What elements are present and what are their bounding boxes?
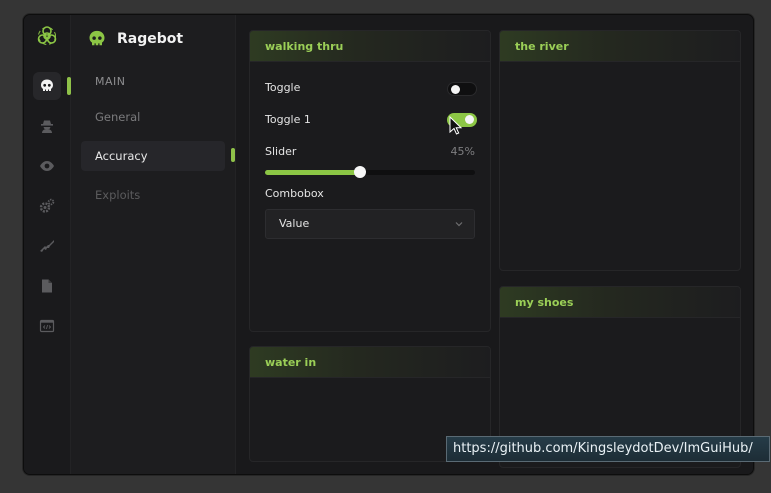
eye-icon: [40, 161, 54, 171]
toggle-label: Toggle: [265, 81, 301, 94]
mouse-cursor-icon: [449, 116, 463, 135]
section-label: MAIN: [95, 75, 126, 88]
content-area: walking thru Toggle Toggle 1 Slider 45% …: [236, 15, 753, 474]
panel-title: walking thru: [250, 31, 490, 62]
rifle-icon: [40, 240, 54, 252]
combobox[interactable]: Value: [265, 209, 475, 239]
file-icon: [42, 279, 52, 293]
nav-spy-button[interactable]: [33, 112, 61, 140]
toggle1-knob: [465, 115, 474, 124]
sub-sidebar: Ragebot MAIN General Accuracy Exploits: [71, 15, 236, 474]
toggle-switch[interactable]: [447, 82, 477, 96]
toggle1-label: Toggle 1: [265, 113, 311, 126]
gears-icon: [39, 198, 55, 213]
slider-handle[interactable]: [353, 166, 366, 178]
panel-title: the river: [500, 31, 740, 62]
nav-skull-button[interactable]: [33, 72, 61, 100]
panel-the-river: the river: [499, 30, 741, 271]
nav-file-button[interactable]: [33, 272, 61, 300]
chevron-down-icon: [455, 222, 463, 227]
slider-track[interactable]: [265, 166, 475, 178]
nav-gears-button[interactable]: [33, 192, 61, 220]
panel-title: water in: [250, 347, 490, 378]
subnav-item-accuracy[interactable]: Accuracy: [81, 141, 225, 171]
toggle-knob: [451, 84, 460, 94]
spy-icon: [41, 120, 53, 133]
slider-fill: [265, 170, 360, 175]
url-tooltip: https://github.com/KingsleydotDev/ImGuiH…: [446, 436, 770, 462]
combobox-value: Value: [279, 217, 310, 230]
slider-value: 45%: [450, 145, 475, 158]
slider-label: Slider: [265, 145, 297, 158]
nav-rifle-button[interactable]: [33, 232, 61, 260]
active-subnav-indicator: [231, 148, 235, 162]
app-window: Ragebot MAIN General Accuracy Exploits w…: [23, 14, 754, 475]
nav-eye-button[interactable]: [33, 152, 61, 180]
brand-header: Ragebot: [87, 29, 183, 49]
nav-code-button[interactable]: [33, 312, 61, 340]
biohazard-icon: [36, 25, 58, 49]
combobox-label: Combobox: [265, 187, 324, 200]
panel-walking-thru: walking thru Toggle Toggle 1 Slider 45% …: [249, 30, 491, 332]
subnav-item-general[interactable]: General: [81, 102, 225, 132]
icon-sidebar: [24, 15, 71, 474]
brand-title: Ragebot: [117, 31, 184, 47]
code-window-icon: [39, 319, 55, 333]
skull-icon: [41, 79, 53, 91]
panel-title: my shoes: [500, 287, 740, 318]
subnav-item-exploits[interactable]: Exploits: [81, 180, 225, 210]
skull-icon: [89, 30, 105, 46]
